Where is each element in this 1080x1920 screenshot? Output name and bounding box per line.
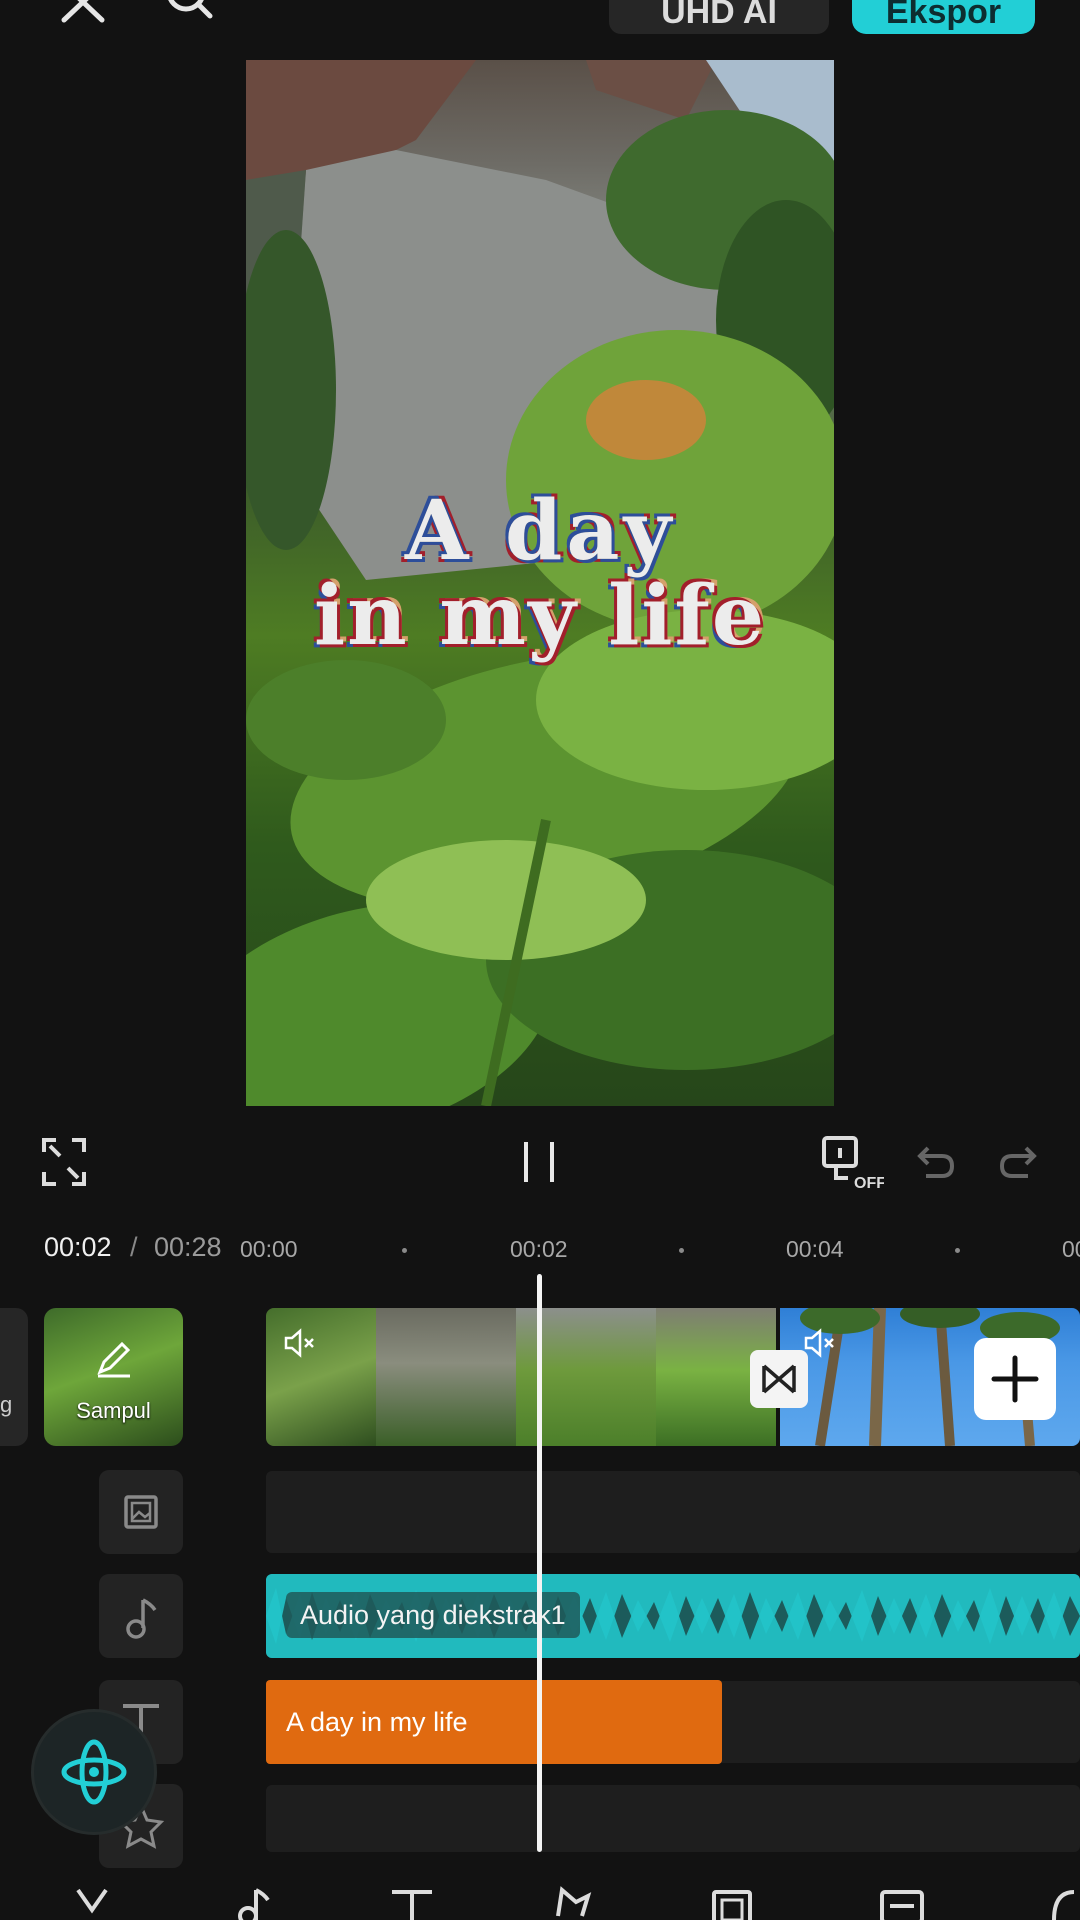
title-overlay: A day in my life: [246, 490, 834, 660]
text-clip[interactable]: A day in my life: [266, 1680, 722, 1764]
audio-clip-label: Audio yang diekstrak1: [286, 1592, 580, 1638]
ruler-label: 00:04: [786, 1236, 844, 1262]
ai-assistant-button[interactable]: [34, 1712, 154, 1832]
ruler-label: 00:0: [1062, 1236, 1080, 1262]
sparkle-icon: [61, 1739, 127, 1805]
left-edge-tab[interactable]: [0, 1308, 28, 1446]
cover-thumbnail[interactable]: Sampul: [44, 1308, 183, 1446]
left-edge-text: g: [0, 1392, 13, 1417]
effects-track[interactable]: [266, 1785, 1080, 1852]
sticker-icon[interactable]: [548, 1886, 592, 1920]
redo-icon[interactable]: [998, 1134, 1038, 1190]
title-line-1: A day: [404, 483, 676, 579]
text-icon[interactable]: [390, 1886, 434, 1920]
ruler-label: 00:00: [240, 1236, 298, 1262]
uhd-ai-button[interactable]: UHD AI: [609, 0, 829, 34]
music-note-icon[interactable]: [99, 1574, 183, 1658]
captions-icon[interactable]: [880, 1886, 924, 1920]
current-time: 00:02: [44, 1232, 112, 1262]
edit-icon[interactable]: [70, 1886, 114, 1920]
audio-icon[interactable]: [232, 1886, 276, 1920]
undo-icon[interactable]: [916, 1134, 956, 1190]
export-button[interactable]: Ekspor: [852, 0, 1035, 34]
add-clip-button[interactable]: [974, 1338, 1056, 1420]
cover-label: Sampul: [76, 1398, 151, 1423]
bottom-toolbar: [0, 1860, 1080, 1920]
pencil-icon: [94, 1338, 134, 1378]
ruler-label: 00:02: [510, 1236, 568, 1262]
overlay-track[interactable]: [266, 1471, 1080, 1553]
time-separator: /: [130, 1232, 138, 1262]
top-bar: UHD AI Ekspor: [0, 0, 1080, 40]
total-time: 00:28: [154, 1232, 222, 1262]
mute-icon[interactable]: [282, 1326, 316, 1360]
more-tools-icon[interactable]: [1044, 1886, 1080, 1920]
audio-track[interactable]: Audio yang diekstrak1: [266, 1574, 1080, 1658]
pause-icon[interactable]: [520, 1134, 560, 1190]
video-track[interactable]: [266, 1308, 1080, 1446]
plus-icon: [991, 1355, 1039, 1403]
keyframe-off-icon[interactable]: OFF: [820, 1134, 886, 1192]
ruler-dot: [955, 1248, 960, 1253]
ruler-dot: [402, 1248, 407, 1253]
keyframe-off-badge: OFF: [854, 1175, 884, 1190]
search-icon[interactable]: [164, 0, 214, 24]
overlay-track-icon[interactable]: [99, 1470, 183, 1554]
video-frame: [376, 1308, 516, 1446]
video-preview[interactable]: A day in my life: [246, 60, 834, 1106]
playhead[interactable]: [537, 1274, 542, 1852]
title-line-2: in my life: [313, 568, 767, 664]
ruler-dot: [679, 1248, 684, 1253]
close-icon[interactable]: [58, 0, 108, 24]
overlay-icon[interactable]: [710, 1886, 754, 1920]
transition-icon[interactable]: [750, 1350, 808, 1408]
fullscreen-icon[interactable]: [42, 1134, 86, 1190]
